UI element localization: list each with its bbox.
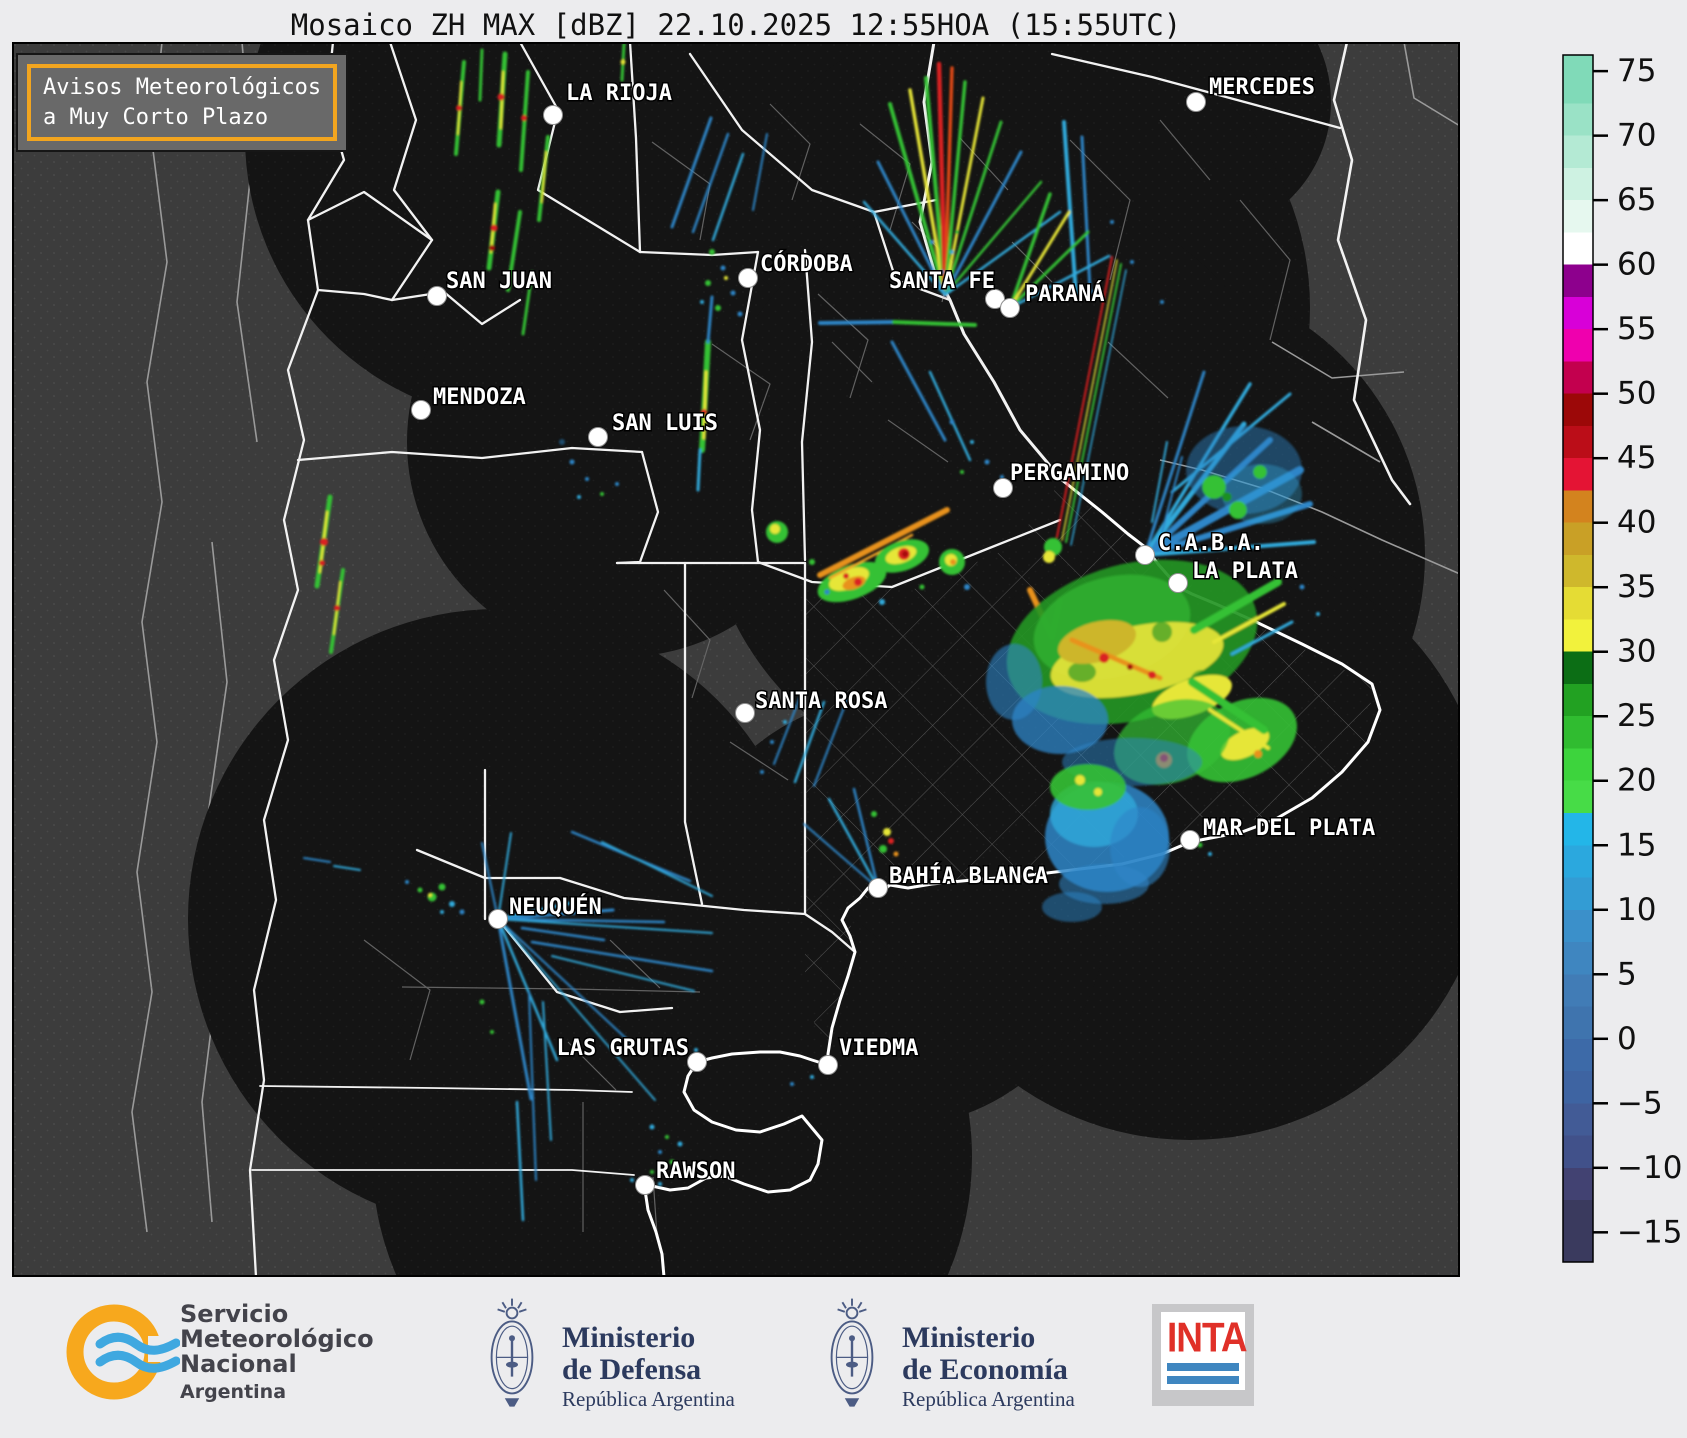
colorbar-label-75: 75 [1617,53,1656,89]
page-title: Mosaico ZH MAX [dBZ] 22.10.2025 12:55HOA… [12,8,1460,42]
colorbar-label-35: 35 [1617,569,1656,605]
city-label-bahia-blanca: BAHÍA BLANCA [889,863,1048,889]
city-label-santa-rosa: SANTA ROSA [755,689,887,714]
smn-line-3: Nacional [180,1352,374,1377]
colorbar-label-−15: −15 [1617,1214,1682,1250]
defensa-logo-text: Ministerio de Defensa República Argentin… [562,1322,735,1413]
city-dot-san-luis [589,428,608,447]
city-label-santa-fe: SANTA FE [889,269,995,294]
colorbar-label-−5: −5 [1617,1085,1663,1121]
city-dot-mercedes [1187,93,1206,112]
city-label-caba: C.A.B.A. [1158,531,1264,556]
colorbar-label-40: 40 [1617,505,1656,541]
city-dot-san-juan [428,287,447,306]
city-dot-cordoba [739,269,758,288]
city-dot-parana [1001,299,1020,318]
warning-line-2: a Muy Corto Plazo [43,105,268,130]
dbz-colorbar: 757065605550454035302520151050−5−10−15 [1551,40,1687,1324]
inta-bar-2 [1167,1376,1239,1384]
city-label-mendoza: MENDOZA [433,385,526,410]
city-dot-santa-rosa [736,704,755,723]
radar-mosaic-page: { "title": "Mosaico ZH MAX [dBZ] 22.10.2… [0,0,1687,1438]
colorbar-label-65: 65 [1617,182,1656,218]
colorbar-label-5: 5 [1617,956,1637,992]
city-label-san-luis: SAN LUIS [612,411,718,436]
city-dot-mar-del-plata [1181,831,1200,850]
city-label-la-rioja: LA RIOJA [566,81,672,106]
inta-logo-inner: INTA [1161,1312,1245,1390]
city-dot-la-plata [1169,574,1188,593]
inta-bar-1 [1167,1363,1239,1371]
city-dot-viedma [819,1056,838,1075]
colorbar-label-45: 45 [1617,440,1656,476]
city-label-mar-del-plata: MAR DEL PLATA [1203,816,1375,841]
city-dot-caba [1136,546,1155,565]
colorbar-label-0: 0 [1617,1021,1637,1057]
colorbar-label-50: 50 [1617,376,1656,412]
smn-logo [60,1300,180,1410]
economia-line-2: de Economía [902,1354,1075,1386]
warning-banner[interactable]: Avisos Meteorológicos a Muy Corto Plazo [16,53,348,152]
economia-line-3: República Argentina [902,1386,1075,1413]
colorbar-label-55: 55 [1617,311,1656,347]
colorbar-label-−10: −10 [1617,1150,1682,1186]
colorbar-label-70: 70 [1617,118,1656,154]
defensa-line-2: de Defensa [562,1354,735,1386]
smn-logo-text: Servicio Meteorológico Nacional Argentin… [180,1302,374,1405]
smn-line-4: Argentina [180,1380,374,1405]
city-dot-neuquen [489,910,508,929]
colorbar-scale [1563,55,1593,1262]
city-label-san-juan: SAN JUAN [446,269,552,294]
colorbar-label-30: 30 [1617,634,1656,670]
economia-logo-text: Ministerio de Economía República Argenti… [902,1322,1075,1413]
city-dot-las-grutas [688,1053,707,1072]
city-label-neuquen: NEUQUÉN [509,894,602,920]
colorbar-label-15: 15 [1617,827,1656,863]
city-label-parana: PARANÁ [1025,281,1104,307]
city-label-la-plata: LA PLATA [1192,559,1298,584]
defensa-line-1: Ministerio [562,1322,735,1354]
city-label-cordoba: CÓRDOBA [760,251,853,277]
inta-logo-text: INTA [1167,1316,1239,1361]
economia-coat-of-arms-icon [816,1288,888,1422]
inta-logo: INTA [1152,1304,1254,1406]
colorbar-label-20: 20 [1617,763,1656,799]
city-dot-bahia-blanca [869,879,888,898]
warning-banner-text: Avisos Meteorológicos a Muy Corto Plazo [27,64,337,141]
city-label-rawson: RAWSON [656,1159,735,1184]
colorbar-label-10: 10 [1617,892,1656,928]
city-dot-rawson [636,1176,655,1195]
city-label-pergamino: PERGAMINO [1010,461,1129,486]
city-label-viedma: VIEDMA [839,1036,918,1061]
city-dot-mendoza [412,401,431,420]
city-label-las-grutas: LAS GRUTAS [557,1036,689,1061]
smn-line-1: Servicio [180,1302,374,1327]
smn-line-2: Meteorológico [180,1327,374,1352]
defensa-line-3: República Argentina [562,1386,735,1413]
economia-line-1: Ministerio [902,1322,1075,1354]
radar-map: LA RIOJA MERCEDES SAN JUAN CÓRDOBA SANTA FE P… [12,42,1460,1277]
radar-map-svg: LA RIOJA MERCEDES SAN JUAN CÓRDOBA SANTA FE P… [12,42,1460,1277]
colorbar-ticks: 757065605550454035302520151050−5−10−15 [1593,53,1682,1250]
colorbar-label-25: 25 [1617,698,1656,734]
city-label-mercedes: MERCEDES [1209,75,1315,100]
city-dot-la-rioja [544,106,563,125]
defensa-coat-of-arms-icon [476,1288,548,1422]
warning-line-1: Avisos Meteorológicos [43,75,321,100]
colorbar-label-60: 60 [1617,247,1656,283]
